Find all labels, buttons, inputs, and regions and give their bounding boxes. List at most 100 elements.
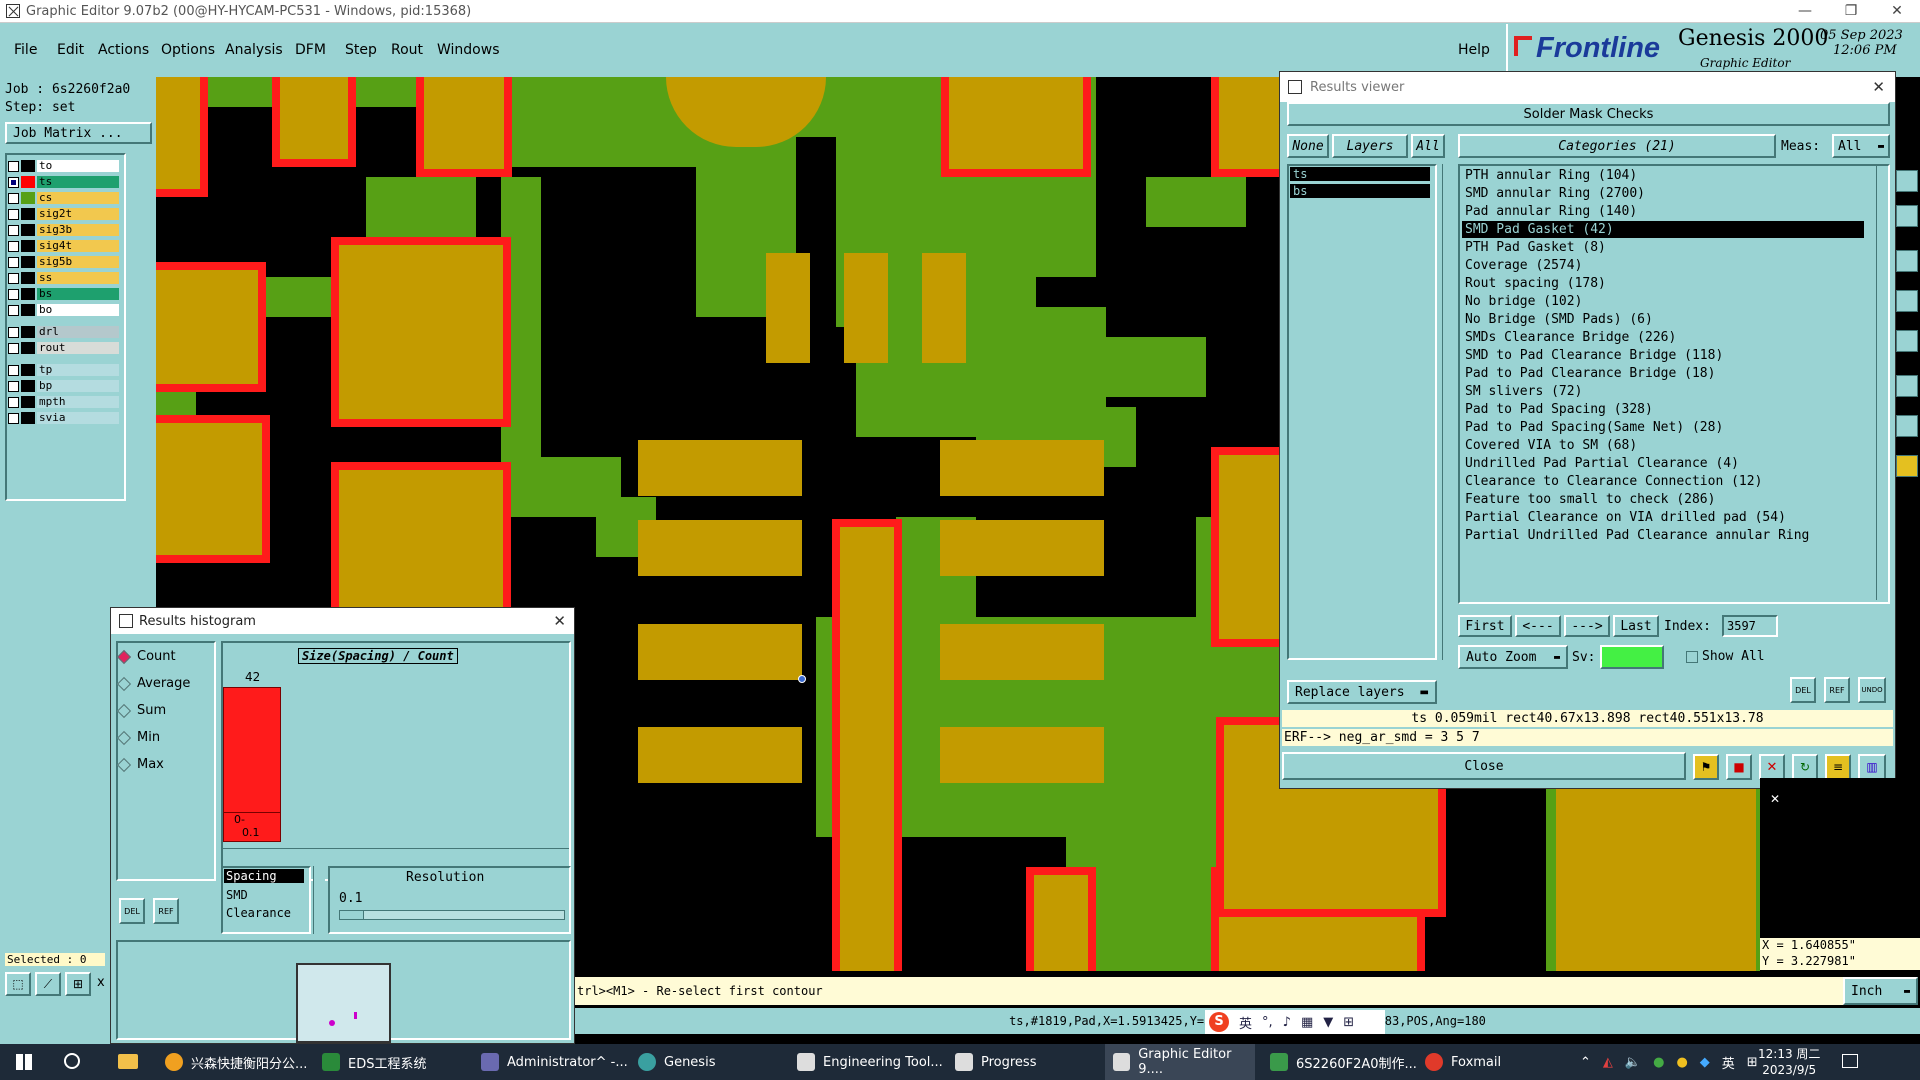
layer-row-sig2t[interactable]: sig2t <box>8 207 119 221</box>
side-tool-icon[interactable] <box>1896 205 1918 227</box>
category-item[interactable]: Feature too small to check (286) <box>1462 491 1864 508</box>
category-item[interactable]: Pad to Pad Spacing(Same Net) (28) <box>1462 419 1864 436</box>
layer-color-swatch[interactable] <box>21 272 35 284</box>
layer-name[interactable]: mpth <box>37 396 119 408</box>
layer-name[interactable]: bp <box>37 380 119 392</box>
menu-edit[interactable]: Edit <box>57 42 84 58</box>
volume-icon[interactable]: 🔈 <box>1625 1055 1641 1070</box>
layer-color-swatch[interactable] <box>21 176 35 188</box>
category-item[interactable]: Pad to Pad Clearance Bridge (18) <box>1462 365 1864 382</box>
menu-options[interactable]: Options <box>161 42 215 58</box>
layer-row-ss[interactable]: ss <box>8 271 119 285</box>
category-item[interactable]: Pad to Pad Spacing (328) <box>1462 401 1864 418</box>
windows-start-icon[interactable] <box>16 1054 32 1070</box>
layer-color-swatch[interactable] <box>21 224 35 236</box>
layer-name[interactable]: drl <box>37 326 119 338</box>
unit-select[interactable]: Inch ▬ <box>1843 977 1918 1005</box>
category-item[interactable]: SMD to Pad Clearance Bridge (118) <box>1462 347 1864 364</box>
taskbar-item[interactable]: Genesis <box>638 1044 715 1080</box>
layer-color-swatch[interactable] <box>21 342 35 354</box>
none-button[interactable]: None <box>1287 134 1329 158</box>
hist-ref-button[interactable]: REF <box>153 898 179 924</box>
ref-button[interactable]: REF <box>1824 677 1850 703</box>
undo-button[interactable]: UNDO <box>1858 677 1886 703</box>
mode-max[interactable]: Max <box>116 757 164 772</box>
replace-layers-select[interactable]: Replace layers ▬ <box>1287 680 1437 704</box>
taskbar-item[interactable]: Progress <box>955 1044 1036 1080</box>
toolbox-icon[interactable]: ⊞ <box>1343 1015 1354 1030</box>
layer-color-swatch[interactable] <box>21 412 35 424</box>
close-button[interactable]: Close <box>1282 752 1686 780</box>
layer-color-swatch[interactable] <box>21 240 35 252</box>
layer-row-sig4t[interactable]: sig4t <box>8 239 119 253</box>
zoom-tool-icon[interactable]: ⬚ <box>5 972 31 996</box>
menu-actions[interactable]: Actions <box>98 42 149 58</box>
category-item[interactable]: Partial Clearance on VIA drilled pad (54… <box>1462 509 1864 526</box>
tray-chevron-icon[interactable]: ⌃ <box>1580 1055 1591 1070</box>
taskbar-item[interactable]: Foxmail <box>1425 1044 1501 1080</box>
category-item[interactable]: No bridge (102) <box>1462 293 1864 310</box>
side-tool-icon[interactable] <box>1896 250 1918 272</box>
list-smd[interactable]: SMD <box>224 888 248 902</box>
category-item[interactable]: Covered VIA to SM (68) <box>1462 437 1864 454</box>
layer-color-swatch[interactable] <box>21 380 35 392</box>
layer-checkbox[interactable] <box>8 256 19 268</box>
layer-name[interactable]: to <box>37 160 119 172</box>
histogram-tool-icon[interactable]: ▥ <box>1858 754 1886 780</box>
layer-name[interactable]: bs <box>37 288 119 300</box>
layer-row-bo[interactable]: bo <box>8 303 119 317</box>
layer-checkbox[interactable] <box>8 380 19 392</box>
index-input[interactable]: 3597 <box>1722 615 1778 637</box>
side-tool-icon[interactable] <box>1896 290 1918 312</box>
side-tool-icon[interactable] <box>1896 375 1918 397</box>
spacing-list-scrollbar[interactable] <box>313 866 325 934</box>
last-button[interactable]: Last <box>1613 615 1659 637</box>
layer-color-swatch[interactable] <box>21 256 35 268</box>
chart-hscroll[interactable] <box>223 848 569 858</box>
layer-name[interactable]: sig5b <box>37 256 119 268</box>
category-item[interactable]: Coverage (2574) <box>1462 257 1864 274</box>
layer-name[interactable]: rout <box>37 342 119 354</box>
layer-color-swatch[interactable] <box>21 364 35 376</box>
search-icon[interactable] <box>64 1053 80 1069</box>
layer-checkbox[interactable] <box>8 160 19 172</box>
taskbar-item[interactable]: Engineering Tool... <box>797 1044 943 1080</box>
measure-tool-icon[interactable]: ⟋ <box>35 972 61 996</box>
record-tool-icon[interactable]: ■ <box>1726 754 1752 780</box>
sogou-icon[interactable]: S <box>1209 1012 1229 1032</box>
category-item[interactable]: Clearance to Clearance Connection (12) <box>1462 473 1864 490</box>
tray-app-icon[interactable]: ● <box>1676 1055 1687 1070</box>
slider-thumb[interactable] <box>340 911 364 919</box>
layer-name[interactable]: tp <box>37 364 119 376</box>
export-tool-icon[interactable]: ↻ <box>1792 754 1818 780</box>
layer-list-scrollbar[interactable] <box>1442 164 1456 660</box>
layer-name[interactable]: cs <box>37 192 119 204</box>
category-item[interactable]: Undrilled Pad Partial Clearance (4) <box>1462 455 1864 472</box>
category-item[interactable]: PTH Pad Gasket (8) <box>1462 239 1864 256</box>
layer-color-swatch[interactable] <box>21 396 35 408</box>
category-item[interactable]: SMD Pad Gasket (42) <box>1462 221 1864 238</box>
category-item[interactable]: SMD annular Ring (2700) <box>1462 185 1864 202</box>
file-explorer-icon[interactable] <box>118 1054 138 1069</box>
tray-app-icon[interactable]: ◭ <box>1603 1055 1613 1070</box>
close-icon[interactable]: ✕ <box>1872 78 1885 96</box>
tray-app-icon[interactable]: ◆ <box>1700 1055 1710 1070</box>
layer-checkbox[interactable] <box>8 176 19 188</box>
layer-name[interactable]: sig4t <box>37 240 119 252</box>
close-icon[interactable]: ✕ <box>1770 792 1780 806</box>
job-matrix-button[interactable]: Job Matrix ... <box>5 122 152 144</box>
grid-tool-icon[interactable]: ⊞ <box>65 972 91 996</box>
previous-button[interactable]: <--- <box>1515 615 1561 637</box>
taskbar-item[interactable]: Administrator^ -... <box>481 1044 628 1080</box>
layer-color-swatch[interactable] <box>21 160 35 172</box>
taskbar-item[interactable]: EDS工程系统 <box>322 1044 426 1080</box>
mode-min[interactable]: Min <box>116 730 160 745</box>
mode-sum[interactable]: Sum <box>116 703 166 718</box>
side-tool-icon[interactable] <box>1896 330 1918 352</box>
layer-checkbox[interactable] <box>8 412 19 424</box>
restore-button[interactable]: ❐ <box>1828 0 1874 22</box>
ime-indicator[interactable]: 英 <box>1722 1053 1735 1072</box>
category-list-scrollbar[interactable] <box>1876 166 1888 600</box>
first-button[interactable]: First <box>1458 615 1512 637</box>
clock[interactable]: 12:13 周二 2023/9/5 <box>1758 1046 1820 1078</box>
